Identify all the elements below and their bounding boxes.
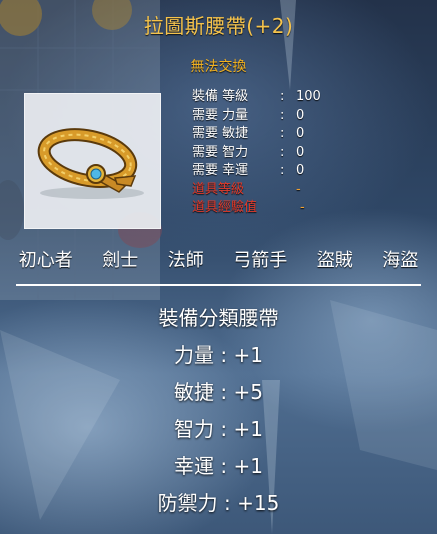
item-title: 拉圖斯腰帶(+2) bbox=[143, 14, 294, 38]
req-value: 100 bbox=[296, 89, 321, 104]
req-label: 道具經驗值 bbox=[192, 200, 258, 215]
job-pirate: 海盜 bbox=[382, 250, 419, 271]
stat-str: 力量 : +1 bbox=[174, 343, 263, 367]
req-label: 裝備 等級 bbox=[192, 89, 249, 104]
req-separator: : bbox=[280, 89, 285, 104]
divider bbox=[16, 284, 421, 286]
job-magician: 法師 bbox=[167, 250, 204, 271]
req-level-row: 裝備 等級 : 100 bbox=[192, 88, 321, 107]
req-separator: : bbox=[280, 107, 285, 123]
stat-dex: 敏捷 : +5 bbox=[174, 380, 263, 404]
job-thief: 盜賊 bbox=[316, 250, 353, 271]
stat-list: 裝備分類腰帶 力量 : +1 敏捷 : +5 智力 : +1 幸運 : +1 防… bbox=[0, 300, 437, 522]
req-value: 0 bbox=[296, 163, 305, 178]
job-swordsman: 劍士 bbox=[102, 250, 139, 271]
item-icon-frame bbox=[24, 93, 161, 229]
req-dex-row: 需要 敏捷 : 0 bbox=[192, 125, 321, 144]
stat-defense: 防禦力 : +15 bbox=[157, 491, 280, 515]
req-separator bbox=[280, 181, 296, 200]
req-str-row: 需要 力量 : 0 bbox=[192, 107, 321, 126]
req-value: - bbox=[296, 181, 301, 197]
job-list: 初心者 劍士 法師 弓箭手 盜賊 海盜 bbox=[0, 246, 437, 272]
req-label: 需要 智力 bbox=[192, 144, 249, 160]
equip-category: 裝備分類腰帶 bbox=[158, 306, 279, 330]
req-luk-row: 需要 幸運 : 0 bbox=[192, 162, 321, 181]
req-int-row: 需要 智力 : 0 bbox=[192, 144, 321, 163]
req-separator: : bbox=[280, 163, 285, 178]
req-separator: : bbox=[280, 126, 285, 141]
req-label: 道具等級 bbox=[192, 181, 245, 197]
stat-int: 智力 : +1 bbox=[174, 417, 263, 441]
job-beginner: 初心者 bbox=[18, 250, 73, 271]
req-label: 需要 力量 bbox=[192, 107, 249, 123]
item-exp-row: 道具經驗值 - bbox=[192, 199, 321, 218]
stat-luk: 幸運 : +1 bbox=[174, 454, 263, 478]
belt-icon bbox=[37, 128, 144, 199]
untradeable-label: 無法交換 bbox=[190, 59, 247, 75]
requirements-list: 裝備 等級 : 100 需要 力量 : 0 需要 敏捷 : 0 需要 智力 : … bbox=[192, 88, 321, 218]
req-label: 需要 敏捷 bbox=[192, 126, 249, 141]
item-tooltip: 拉圖斯腰帶(+2) 無法交換 裝備 等級 : 100 需要 力量 : 0 需要 … bbox=[0, 0, 437, 534]
req-label: 需要 幸運 bbox=[192, 163, 249, 178]
job-archer: 弓箭手 bbox=[233, 250, 288, 271]
req-separator: : bbox=[280, 144, 285, 160]
req-value: 0 bbox=[296, 144, 305, 160]
req-value: 0 bbox=[296, 107, 305, 123]
item-level-row: 道具等級 - bbox=[192, 181, 321, 200]
req-value: 0 bbox=[296, 126, 305, 141]
req-value: - bbox=[300, 200, 305, 215]
